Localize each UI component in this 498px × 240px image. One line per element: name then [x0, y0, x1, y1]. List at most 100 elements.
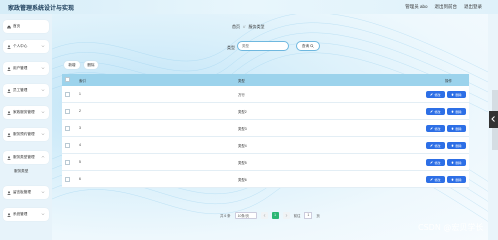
select-all-checkbox[interactable] — [65, 77, 70, 82]
user-icon — [7, 212, 11, 217]
sidebar-item-label: 留言板管理 — [13, 190, 31, 194]
breadcrumb-current: 服务类型 — [248, 24, 265, 29]
edit-icon — [430, 144, 434, 147]
row-checkbox[interactable] — [65, 177, 70, 182]
sidebar-item-staff[interactable]: 员工管理 — [3, 84, 49, 97]
search-button[interactable]: 查询 — [296, 41, 320, 51]
top-links: 管理员 abo 退出到前台 退出登录 — [405, 4, 482, 10]
sidebar-item-housekeeping-service[interactable]: 家政服务管理 — [3, 106, 49, 119]
sidebar-subitem-service-type[interactable]: 服务类型 — [14, 169, 28, 174]
delete-button[interactable]: 删除 — [83, 60, 99, 70]
top-bar: 家政管理系统设计与实现 管理员 abo 退出到前台 退出登录 — [0, 0, 498, 14]
chevron-down-icon — [41, 213, 45, 216]
chevron-down-icon — [41, 45, 45, 48]
chevron-down-icon — [41, 67, 45, 70]
row-checkbox[interactable] — [65, 160, 70, 165]
row-delete-button[interactable]: 删除 — [447, 108, 466, 115]
pagination: 共 6 条 10条/页 1 前往 1 页 — [220, 211, 320, 219]
edit-icon — [430, 110, 434, 113]
sidebar-item-users[interactable]: 用户管理 — [3, 62, 49, 75]
user-label: 管理员 abo — [405, 4, 428, 9]
app-title: 家政管理系统设计与实现 — [8, 6, 75, 12]
exit-front-link[interactable]: 退出到前台 — [435, 4, 458, 10]
row-index: 3 — [79, 126, 81, 130]
breadcrumb-separator: // — [243, 24, 246, 29]
column-header-operations: 操作 — [445, 78, 452, 83]
row-checkbox[interactable] — [65, 143, 70, 148]
sidebar-item-label: 用户管理 — [13, 66, 28, 70]
row-delete-button-label: 删除 — [455, 143, 462, 148]
row-index: 1 — [79, 92, 81, 96]
user-icon — [7, 155, 11, 160]
page-size-select[interactable]: 10条/页 — [234, 211, 257, 219]
user-icon — [7, 88, 11, 93]
sidebar-item-service-types[interactable]: 服务类型管理 — [3, 151, 49, 164]
chevron-down-icon — [41, 191, 45, 194]
sidebar: 首页 个人中心 用户管理 员工管理 家政服务管理 服务预约管理 服务类型管理 服… — [0, 14, 52, 240]
row-index: 4 — [79, 143, 81, 147]
edit-button-label: 修改 — [434, 177, 441, 182]
chevron-left-icon — [491, 116, 495, 122]
trash-icon — [452, 161, 454, 164]
edit-icon — [430, 127, 434, 130]
sidebar-item-home[interactable]: 首页 — [3, 20, 49, 33]
table-row: 5 类型5 修改 删除 — [62, 154, 469, 171]
prev-page-button[interactable] — [260, 211, 268, 219]
column-header-index: 索引 — [79, 78, 86, 83]
sidebar-item-personal-center[interactable]: 个人中心 — [3, 40, 49, 53]
side-drawer-toggle[interactable] — [489, 111, 498, 128]
edit-icon — [430, 93, 434, 96]
column-header-type: 类型 — [238, 78, 245, 83]
sidebar-item-label: 服务预约管理 — [13, 132, 35, 136]
user-icon — [7, 44, 11, 49]
row-delete-button-label: 删除 — [455, 177, 462, 182]
next-page-button[interactable] — [282, 211, 290, 219]
user-icon — [7, 66, 11, 71]
pagination-total: 共 6 条 — [220, 213, 231, 218]
trash-icon — [452, 178, 454, 181]
trash-icon — [452, 110, 454, 113]
row-delete-button-label: 删除 — [455, 109, 462, 114]
edit-button-label: 修改 — [434, 160, 441, 165]
row-type: 类型3 — [238, 127, 247, 131]
sidebar-item-appointments[interactable]: 服务预约管理 — [3, 128, 49, 141]
table-row: 2 类型2 修改 删除 — [62, 103, 469, 120]
table-body: 1 万行 修改 删除 2 类型2 修改 删除 3 类型3 修改 删除 4 类型4 修改 删除 5 类型5 修改 删除 6… — [62, 86, 469, 188]
trash-icon — [452, 93, 454, 96]
table-row: 1 万行 修改 删除 — [62, 86, 469, 103]
row-delete-button-label: 删除 — [455, 126, 462, 131]
row-checkbox[interactable] — [65, 126, 70, 131]
goto-suffix: 页 — [316, 213, 320, 218]
row-type: 类型4 — [238, 144, 247, 148]
table-row: 4 类型4 修改 删除 — [62, 137, 469, 154]
edit-button[interactable]: 修改 — [426, 176, 445, 183]
row-delete-button[interactable]: 删除 — [447, 125, 466, 132]
row-delete-button[interactable]: 删除 — [447, 176, 466, 183]
logout-link[interactable]: 退出登录 — [464, 4, 482, 10]
goto-page-input[interactable]: 1 — [304, 211, 313, 219]
user-icon — [7, 132, 11, 137]
edit-icon — [430, 161, 434, 164]
row-delete-button[interactable]: 删除 — [447, 91, 466, 98]
edit-button[interactable]: 修改 — [426, 125, 445, 132]
sidebar-item-message-board[interactable]: 留言板管理 — [3, 186, 49, 199]
service-type-table: 索引 类型 操作 1 万行 修改 删除 2 类型2 修改 删除 3 类型3 修改 删除 4 类型4 修改 删除… — [62, 74, 469, 188]
row-delete-button[interactable]: 删除 — [447, 142, 466, 149]
row-checkbox[interactable] — [65, 109, 70, 114]
add-button[interactable]: 新增 — [63, 60, 81, 70]
edit-button[interactable]: 修改 — [426, 108, 445, 115]
row-delete-button[interactable]: 删除 — [447, 159, 466, 166]
edit-button[interactable]: 修改 — [426, 91, 445, 98]
breadcrumb-home[interactable]: 首页 — [232, 24, 240, 29]
edit-button[interactable]: 修改 — [426, 159, 445, 166]
watermark: CSDN @宏贝学长 — [418, 223, 484, 232]
row-index: 2 — [79, 109, 81, 113]
home-icon — [7, 24, 11, 29]
row-checkbox[interactable] — [65, 92, 70, 97]
search-input[interactable] — [237, 41, 289, 51]
edit-button-label: 修改 — [434, 143, 441, 148]
page-number-button[interactable]: 1 — [271, 211, 279, 219]
edit-button[interactable]: 修改 — [426, 142, 445, 149]
sidebar-item-system[interactable]: 系统管理 — [3, 208, 49, 221]
sidebar-item-label: 服务类型管理 — [13, 155, 35, 159]
